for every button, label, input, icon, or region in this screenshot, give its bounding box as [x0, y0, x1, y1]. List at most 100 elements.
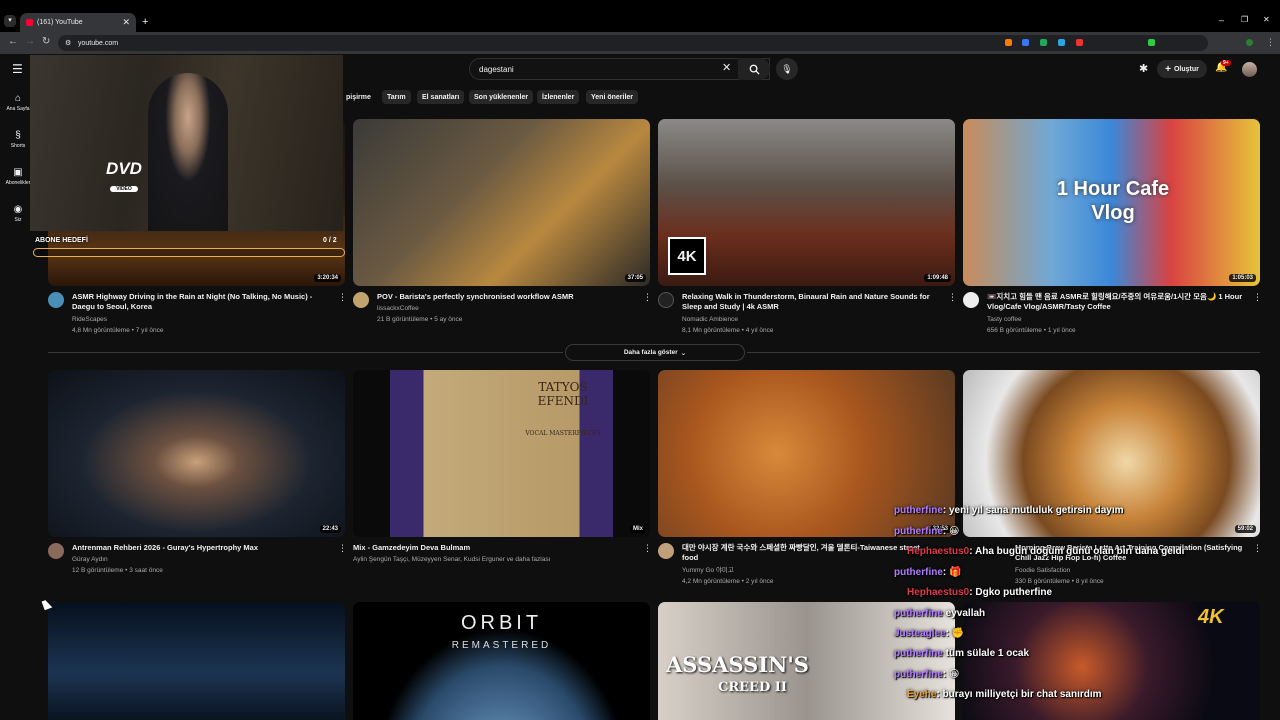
profile-icon[interactable] [1246, 39, 1253, 46]
chat-message: putherfine: 🎁 [894, 567, 961, 578]
more-options-icon[interactable]: ⋮ [948, 292, 957, 303]
video-title[interactable]: Antrenman Rehberi 2026 - Guray's Hypertr… [72, 543, 330, 553]
channel-name[interactable]: RideScapes [72, 314, 107, 325]
channel-name[interactable]: Aylin Şengün Taşçı, Müzeyyen Senar, Kuds… [353, 554, 638, 565]
channel-name[interactable]: Nomadic Ambience [682, 314, 738, 325]
goal-label: ABONE HEDEFİ [35, 237, 88, 244]
sidebar-item-subscriptions[interactable]: ▣ Abonelikler [4, 167, 32, 186]
video-thumbnail[interactable]: ASSASSIN'S CREED II [658, 602, 955, 720]
chip-filter[interactable]: Tarım [382, 90, 411, 104]
window-restore-icon[interactable]: ❐ [1241, 15, 1248, 24]
channel-name[interactable]: Foodie Satisfaction [1015, 565, 1070, 576]
dvd-logo: DVD VIDEO [96, 160, 152, 195]
channel-avatar[interactable] [658, 292, 674, 308]
chat-text: tüm sülale 1 ocak [942, 648, 1030, 659]
notification-badge: 9+ [1221, 60, 1231, 66]
menu-icon[interactable]: ☰ [12, 62, 23, 76]
mix-badge: Mix [629, 525, 646, 533]
video-thumbnail[interactable]: TATYOS EFENDI VOCAL MASTERPIECES Mix [353, 370, 650, 537]
browser-tab[interactable]: (161) YouTube ✕ [20, 13, 136, 32]
more-options-icon[interactable]: ⋮ [643, 543, 652, 554]
goal-count: 0 / 2 [323, 237, 337, 244]
search-icon [749, 64, 760, 75]
video-title[interactable]: POV - Barista's perfectly synchronised w… [377, 292, 635, 302]
video-title[interactable]: ASMR Highway Driving in the Rain at Nigh… [72, 292, 330, 312]
video-thumbnail[interactable]: 37:05 [353, 119, 650, 286]
chat-message: putherfine: 😀 [894, 669, 959, 680]
reload-icon[interactable]: ↻ [42, 36, 50, 47]
chat-username: putherfine [894, 567, 943, 578]
sidebar-item-you[interactable]: ◉ Siz [4, 204, 32, 223]
youtube-favicon-icon [26, 19, 33, 26]
video-duration: 1:05:03 [1229, 274, 1256, 282]
video-duration: 1:09:48 [924, 274, 951, 282]
video-thumbnail[interactable]: 1 Hour Cafe Vlog 1:05:03 [963, 119, 1260, 286]
video-meta: 656 B görüntüleme • 1 yıl önce [987, 327, 1076, 334]
extension-icon[interactable] [1148, 39, 1155, 46]
show-more-label: Daha fazla göster [623, 349, 678, 356]
more-options-icon[interactable]: ⋮ [1253, 292, 1262, 303]
chat-username: Hephaestus0 [907, 546, 970, 557]
video-title[interactable]: Relaxing Walk in Thunderstorm, Binaural … [682, 292, 940, 312]
chat-text: : 😀 [942, 526, 960, 537]
chip-filter[interactable]: pişirme [341, 90, 376, 104]
video-thumbnail[interactable]: 22:43 [48, 370, 345, 537]
site-info-icon[interactable]: ⚙ [65, 39, 71, 47]
create-label: Oluştur [1173, 65, 1199, 73]
extension-icon[interactable] [1076, 39, 1083, 46]
tab-close-icon[interactable]: ✕ [122, 17, 130, 28]
forward-icon[interactable]: → [25, 36, 35, 47]
video-thumbnail[interactable]: 4K [963, 602, 1260, 720]
channel-name[interactable]: Tasty coffee [987, 314, 1022, 325]
extension-icon[interactable] [1058, 39, 1065, 46]
chip-filter[interactable]: İzlenenler [537, 90, 580, 104]
sidebar-item-home[interactable]: ⌂ Ana Sayfa [4, 93, 32, 112]
chat-text: : yeni yıl sana mutluluk getirsin dayım [942, 505, 1124, 516]
channel-avatar[interactable] [48, 543, 64, 559]
browser-menu-icon[interactable]: ⋮ [1266, 37, 1275, 48]
voice-search-button[interactable]: 🎙 [776, 58, 798, 80]
video-title[interactable]: 대만 야시장 계란 국수와 스페셜한 짜빵달인, 겨울 델론티-Taiwanes… [682, 543, 937, 563]
create-button[interactable]: + Oluştur [1157, 60, 1207, 78]
video-title[interactable]: Mix - Gamzedeyim Deva Bulmam [353, 543, 633, 553]
channel-name[interactable]: lissackxCoffee [377, 303, 419, 314]
window-close-icon[interactable]: ✕ [1263, 15, 1270, 24]
chip-filter[interactable]: El sanatları [417, 90, 465, 104]
extension-icon[interactable] [1040, 39, 1047, 46]
chip-filter[interactable]: Yeni öneriler [586, 90, 639, 104]
chat-text: : 😀 [942, 669, 960, 680]
more-options-icon[interactable]: ⋮ [1253, 543, 1262, 554]
show-more-button[interactable]: Daha fazla göster ⌄ [565, 344, 745, 361]
clear-search-icon[interactable]: ✕ [722, 61, 731, 74]
video-duration: 22:43 [319, 525, 341, 533]
cast-icon[interactable]: ✱ [1139, 62, 1148, 75]
video-thumbnail[interactable] [48, 602, 345, 720]
video-thumbnail[interactable]: ORBIT REMASTERED [353, 602, 650, 720]
more-options-icon[interactable]: ⋮ [643, 292, 652, 303]
chip-filter[interactable]: Son yüklenenler [469, 90, 534, 104]
video-meta: 4,8 Mn görüntüleme • 7 yıl önce [72, 327, 164, 334]
extension-icon[interactable] [1022, 39, 1029, 46]
address-bar[interactable]: ⚙ youtube.com [58, 35, 1208, 51]
more-options-icon[interactable]: ⋮ [338, 543, 347, 554]
more-options-icon[interactable]: ⋮ [338, 292, 347, 303]
channel-avatar[interactable] [963, 292, 979, 308]
extension-icon[interactable] [1005, 39, 1012, 46]
channel-name[interactable]: Güray Aydın [72, 554, 108, 565]
tab-list-button[interactable]: ▾ [4, 15, 16, 27]
chat-username: putherfine [894, 505, 943, 516]
thumbnail-text: 1 Hour Cafe Vlog [1056, 178, 1170, 224]
new-tab-button[interactable]: + [142, 16, 148, 28]
channel-name[interactable]: Yummy Go 야미고 [682, 565, 734, 576]
sidebar-item-shorts[interactable]: § Shorts [4, 130, 32, 149]
video-title[interactable]: 📼지치고 힘들 땐 음료 ASMR로 힐링해요/주중의 여유로움/1시간 모음🌙… [987, 292, 1249, 312]
channel-avatar[interactable] [658, 543, 674, 559]
search-button[interactable] [738, 58, 770, 80]
avatar[interactable] [1242, 62, 1257, 77]
window-minimize-icon[interactable]: – [1219, 15, 1224, 25]
channel-avatar[interactable] [353, 292, 369, 308]
video-thumbnail[interactable]: 4K 1:09:48 [658, 119, 955, 286]
channel-avatar[interactable] [48, 292, 64, 308]
back-icon[interactable]: ← [8, 36, 18, 47]
dvd-logo-text: DVD [106, 159, 142, 178]
